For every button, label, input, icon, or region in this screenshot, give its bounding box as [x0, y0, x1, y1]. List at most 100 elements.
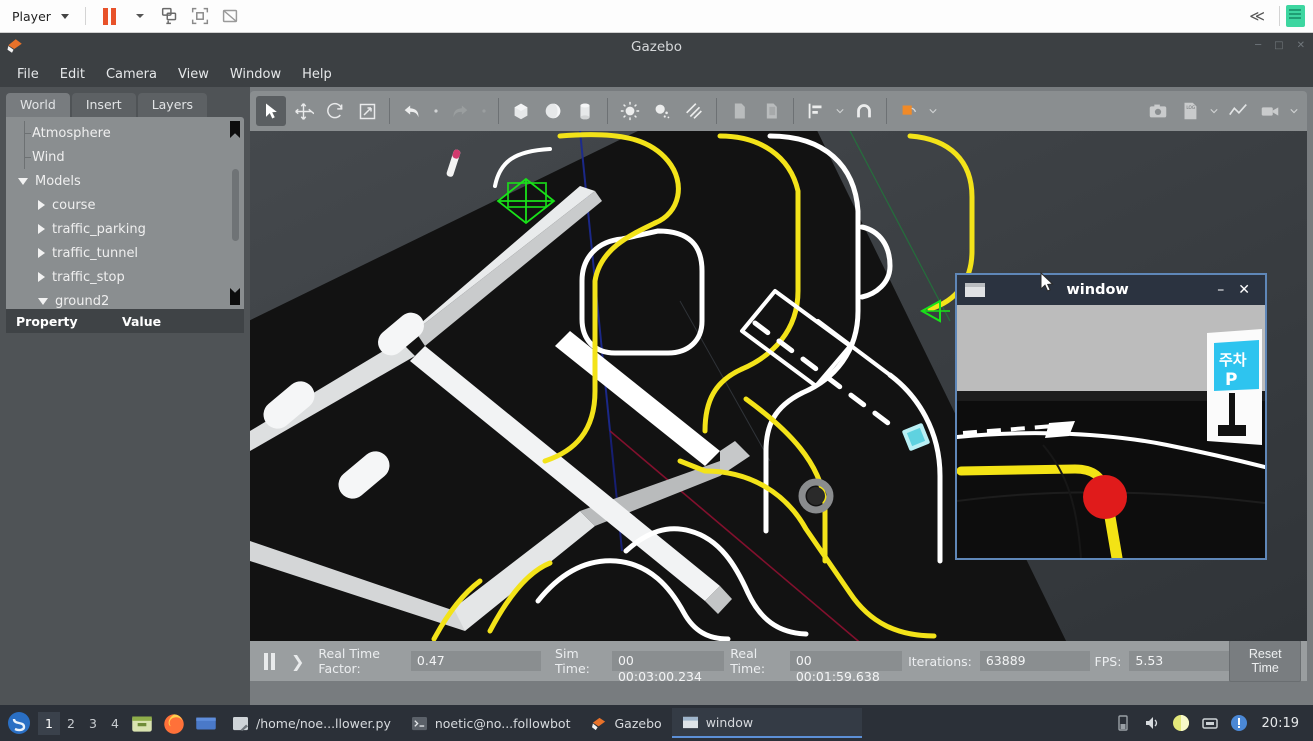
- screenshot-disabled-button[interactable]: [216, 3, 244, 29]
- gazebo-titlebar[interactable]: Gazebo ─ □ ✕: [0, 33, 1313, 61]
- desktop-4-button[interactable]: 4: [104, 712, 126, 735]
- menu-window[interactable]: Window: [221, 64, 290, 85]
- detected-line-marker: [1083, 475, 1127, 519]
- chevron-right-icon[interactable]: [38, 200, 45, 210]
- scroll-down-arrow-icon[interactable]: [228, 285, 242, 307]
- menu-file[interactable]: File: [8, 64, 48, 85]
- insert-spot-light-button[interactable]: [647, 96, 677, 126]
- insert-box-button[interactable]: [506, 96, 536, 126]
- task-text-editor[interactable]: /home/noe...llower.py: [222, 708, 401, 738]
- log-record-icon: LOG: [1184, 102, 1197, 120]
- align-dropdown-button[interactable]: [833, 107, 847, 115]
- tree-item-models[interactable]: Models: [12, 169, 244, 193]
- fullscreen-icon: [191, 7, 208, 25]
- view-angle-dropdown-button[interactable]: [926, 107, 940, 115]
- menu-camera[interactable]: Camera: [97, 64, 166, 85]
- insert-cylinder-button[interactable]: [570, 96, 600, 126]
- tab-insert[interactable]: Insert: [71, 93, 136, 117]
- redo-button[interactable]: [445, 96, 475, 126]
- log-dropdown-button[interactable]: [1207, 107, 1221, 115]
- chevron-right-icon[interactable]: [38, 224, 45, 234]
- tree-item-atmosphere[interactable]: Atmosphere: [12, 121, 244, 145]
- window-controls[interactable]: ─ □ ✕: [1255, 41, 1305, 51]
- close-button[interactable]: ✕: [1231, 282, 1257, 298]
- updates-icon[interactable]: [1171, 713, 1191, 733]
- redo-dropdown-button[interactable]: [477, 107, 491, 115]
- desktop-3-button[interactable]: 3: [82, 712, 104, 735]
- insert-sphere-button[interactable]: [538, 96, 568, 126]
- scrollbar-thumb[interactable]: [232, 169, 239, 241]
- scroll-up-arrow-icon[interactable]: [228, 119, 242, 141]
- fullscreen-button[interactable]: [186, 3, 214, 29]
- align-button[interactable]: [801, 96, 831, 126]
- snap-button[interactable]: [849, 96, 879, 126]
- minimize-button[interactable]: ─: [1255, 41, 1261, 51]
- task-terminal[interactable]: noetic@no...followbot: [401, 708, 581, 738]
- pause-icon[interactable]: [264, 652, 275, 670]
- chevron-right-icon[interactable]: [38, 248, 45, 258]
- reset-time-button[interactable]: Reset Time: [1229, 640, 1302, 682]
- volume-icon[interactable]: [1142, 713, 1162, 733]
- world-tree[interactable]: Atmosphere Wind Models course traffic_pa…: [6, 117, 244, 309]
- camera-preview-window[interactable]: window – ✕ 주차 P: [955, 273, 1267, 560]
- notes-icon[interactable]: [1286, 5, 1305, 27]
- network-icon[interactable]: [1200, 713, 1220, 733]
- pause-dropdown-button[interactable]: [126, 3, 154, 29]
- camera-preview-titlebar[interactable]: window – ✕: [957, 275, 1265, 305]
- menu-view[interactable]: View: [169, 64, 218, 85]
- info-icon[interactable]: [1229, 713, 1249, 733]
- copy-button[interactable]: [724, 96, 754, 126]
- connection-button[interactable]: [156, 3, 184, 29]
- scale-mode-button[interactable]: [352, 96, 382, 126]
- select-mode-button[interactable]: [256, 96, 286, 126]
- task-window[interactable]: window: [671, 708, 862, 738]
- view-angle-button[interactable]: [894, 96, 924, 126]
- tree-item-traffic-parking[interactable]: traffic_parking: [12, 217, 244, 241]
- tree-item-wind[interactable]: Wind: [12, 145, 244, 169]
- log-button[interactable]: LOG: [1175, 96, 1205, 126]
- minimize-button[interactable]: –: [1210, 282, 1231, 298]
- insert-directional-light-button[interactable]: [679, 96, 709, 126]
- firefox-icon[interactable]: [161, 710, 187, 736]
- video-dropdown-button[interactable]: [1287, 107, 1301, 115]
- rotate-mode-button[interactable]: [320, 96, 350, 126]
- tree-item-course[interactable]: course: [12, 193, 244, 217]
- paste-button[interactable]: [756, 96, 786, 126]
- tree-item-traffic-stop[interactable]: traffic_stop: [12, 265, 244, 289]
- tree-item-ground2[interactable]: ground2: [12, 289, 244, 309]
- camera-feed: 주차 P: [957, 305, 1265, 558]
- tree-item-traffic-tunnel[interactable]: traffic_tunnel: [12, 241, 244, 265]
- step-forward-icon[interactable]: ❯: [291, 652, 304, 671]
- no-screenshot-icon: [222, 9, 238, 23]
- menu-edit[interactable]: Edit: [51, 64, 94, 85]
- task-gazebo[interactable]: Gazebo: [581, 708, 672, 738]
- chevron-down-icon[interactable]: [18, 177, 28, 185]
- plot-button[interactable]: [1223, 96, 1253, 126]
- insert-point-light-button[interactable]: [615, 96, 645, 126]
- chevron-down-icon[interactable]: [60, 13, 69, 19]
- desktop-2-button[interactable]: 2: [60, 712, 82, 735]
- video-record-button[interactable]: [1255, 96, 1285, 126]
- terminal-icon[interactable]: [193, 710, 219, 736]
- battery-icon[interactable]: [1113, 713, 1133, 733]
- double-chevron-left-icon[interactable]: ≪: [1249, 7, 1273, 25]
- undo-dropdown-button[interactable]: [429, 107, 443, 115]
- undo-button[interactable]: [397, 96, 427, 126]
- close-button[interactable]: ✕: [1297, 41, 1305, 51]
- translate-mode-button[interactable]: [288, 96, 318, 126]
- chevron-right-icon[interactable]: [38, 272, 45, 282]
- chevron-down-icon[interactable]: [38, 297, 48, 305]
- pause-button[interactable]: [96, 3, 124, 29]
- start-menu-icon[interactable]: [6, 710, 32, 736]
- tab-layers[interactable]: Layers: [137, 93, 208, 117]
- tree-scrollbar[interactable]: [228, 119, 242, 307]
- real-time-factor-value: 0.47: [410, 651, 541, 671]
- files-icon[interactable]: [129, 710, 155, 736]
- gazebo-icon: [7, 39, 22, 53]
- menu-help[interactable]: Help: [293, 64, 341, 85]
- maximize-button[interactable]: □: [1274, 41, 1283, 51]
- player-menu-label[interactable]: Player: [8, 7, 55, 26]
- tab-world[interactable]: World: [6, 93, 70, 117]
- desktop-1-button[interactable]: 1: [38, 711, 60, 735]
- screenshot-button[interactable]: [1143, 96, 1173, 126]
